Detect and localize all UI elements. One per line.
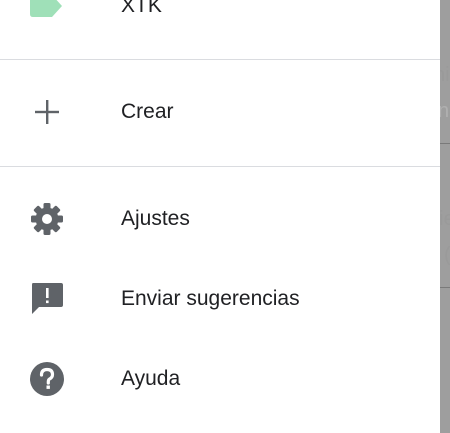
drawer-item-label-xtk[interactable]: XTK [0,0,440,36]
drawer-item-send-feedback[interactable]: Enviar sugerencias [0,269,440,329]
background-divider [440,287,450,288]
feedback-icon [28,280,66,318]
drawer-item-label: XTK [121,0,162,17]
plus-icon [28,93,66,131]
divider [0,166,440,167]
drawer-item-label: Enviar sugerencias [121,287,300,310]
drawer-item-label: Ajustes [121,207,190,230]
drawer-item-settings[interactable]: Ajustes [0,189,440,249]
background-text-fragment: n [440,100,450,122]
drawer-item-label: Crear [121,100,174,123]
background-text-fragment: ( [444,244,450,267]
divider [0,59,440,60]
drawer-item-help[interactable]: Ayuda [0,349,440,409]
background-divider [440,143,450,144]
background-text-fragment: ni [440,64,450,86]
background-text-fragment: nie [440,208,450,230]
drawer-item-create[interactable]: Crear [0,82,440,142]
label-tag-icon [28,0,66,25]
navigation-drawer: XTK Crear Ajustes Enviar sugerencias Ayu… [0,0,440,433]
drawer-item-label: Ayuda [121,367,181,390]
gear-icon [28,200,66,238]
background-content: ni n nie ( [440,0,450,433]
help-icon [28,360,66,398]
